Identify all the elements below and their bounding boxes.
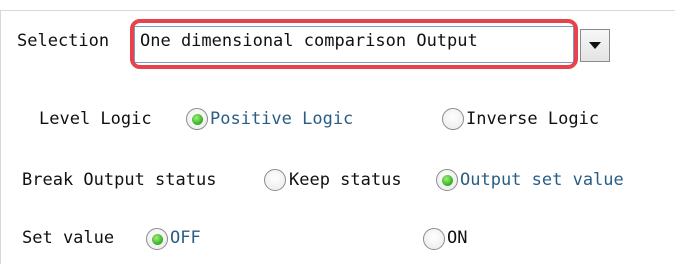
positive-logic-label[interactable]: Positive Logic (210, 111, 353, 128)
selection-label: Selection (17, 33, 110, 50)
radio-positive-logic[interactable] (186, 108, 208, 130)
set-value-label: Set value (22, 228, 115, 248)
radio-selected-dot (441, 174, 453, 186)
inverse-logic-label[interactable]: Inverse Logic (466, 111, 599, 128)
radio-inverse-logic[interactable] (442, 108, 464, 130)
off-label[interactable]: OFF (170, 230, 201, 247)
keep-status-label[interactable]: Keep status (289, 172, 402, 189)
chevron-down-icon (589, 42, 601, 49)
level-logic-label: Level Logic (39, 109, 152, 129)
radio-on[interactable] (423, 228, 445, 250)
radio-output-set-value[interactable] (436, 169, 458, 191)
break-output-label: Break Output status (22, 170, 217, 190)
radio-selected-dot (191, 113, 203, 125)
panel-left-border (0, 10, 1, 264)
radio-selected-dot (151, 233, 163, 245)
output-set-value-label[interactable]: Output set value (460, 172, 624, 189)
selection-highlight-box (130, 19, 578, 69)
radio-keep-status[interactable] (264, 169, 286, 191)
selection-dropdown-button[interactable] (580, 29, 610, 62)
radio-off[interactable] (146, 228, 168, 250)
on-label[interactable]: ON (447, 230, 467, 247)
panel-top-border (0, 10, 675, 11)
